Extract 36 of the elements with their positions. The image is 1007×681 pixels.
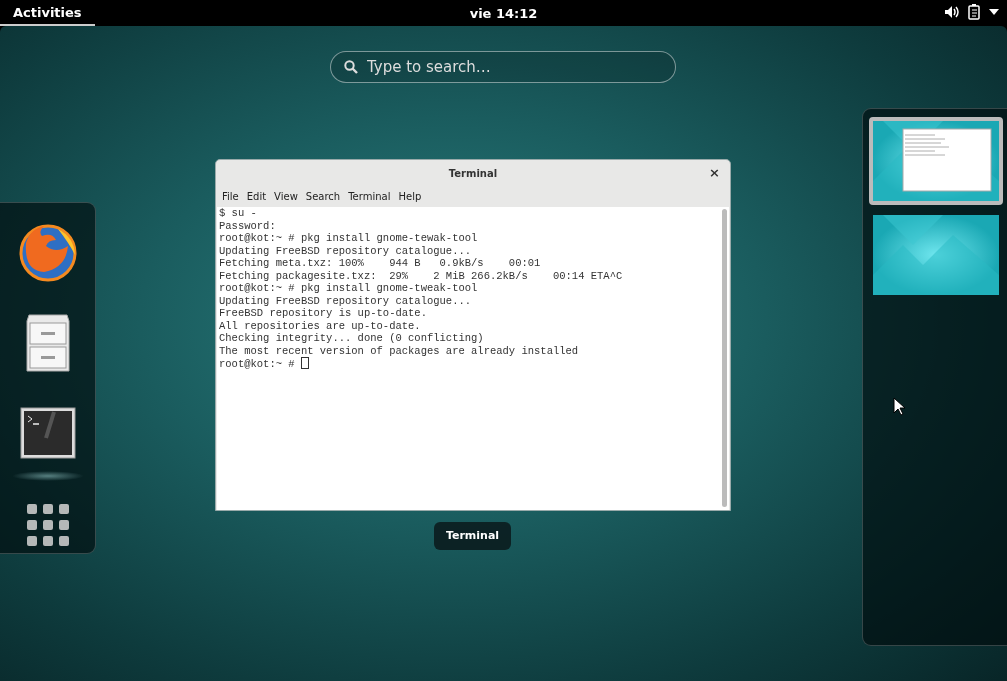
app-grid-icon[interactable] bbox=[26, 504, 69, 546]
terminal-line: Fetching packagesite.txz: 29% 2 MiB 266.2kB/s 00:14 ETA^C bbox=[219, 269, 623, 282]
battery-icon[interactable] bbox=[968, 4, 981, 20]
volume-icon[interactable] bbox=[944, 5, 960, 19]
menu-item[interactable]: View bbox=[274, 189, 298, 204]
file-cabinet-icon[interactable] bbox=[24, 313, 71, 373]
search-field[interactable]: Type to search… bbox=[330, 51, 676, 83]
close-button[interactable]: × bbox=[709, 163, 720, 183]
terminal-line: root@kot:~ # pkg install gnome-tweak-tool bbox=[219, 282, 478, 294]
activities-button[interactable]: Activities bbox=[0, 0, 95, 26]
menu-item[interactable]: Edit bbox=[246, 189, 267, 204]
menu-item[interactable]: Terminal bbox=[348, 189, 391, 204]
dropdown-arrow-icon[interactable] bbox=[989, 9, 999, 15]
search-icon bbox=[344, 60, 358, 74]
window-caption: Terminal bbox=[434, 522, 511, 550]
menu-item[interactable]: Help bbox=[398, 189, 422, 204]
terminal-line: Updating FreeBSD repository catalogue... bbox=[219, 294, 472, 307]
terminal-line: Updating FreeBSD repository catalogue... bbox=[219, 244, 472, 257]
terminal-line: All repositories are up-to-date. bbox=[219, 319, 421, 332]
window-title: Terminal bbox=[448, 166, 498, 181]
terminal-line: Fetching meta.txz: 100% 944 B 0.9kB/s 00:01 bbox=[219, 257, 541, 269]
terminal-line: root@kot:~ # bbox=[219, 358, 296, 370]
clock[interactable]: vie 14:12 bbox=[469, 6, 538, 21]
terminal-line: $ su - bbox=[219, 207, 257, 219]
terminal-line: FreeBSD repository is up-to-date. bbox=[219, 307, 427, 319]
mouse-pointer-icon bbox=[893, 397, 905, 416]
workspace-thumbnail[interactable] bbox=[869, 117, 1003, 205]
globe-fox-icon[interactable] bbox=[17, 223, 78, 283]
terminal-line: root@kot:~ # pkg install gnome-tewak-tool bbox=[219, 232, 478, 244]
terminal-line: Checking integrity... done (0 conflicting) bbox=[219, 332, 484, 344]
terminal-line: Password: bbox=[219, 219, 276, 232]
menu-item[interactable]: Search bbox=[305, 189, 341, 204]
menu-item[interactable]: File bbox=[222, 189, 239, 204]
scrollbar[interactable] bbox=[722, 209, 727, 507]
terminal-icon[interactable] bbox=[19, 407, 76, 459]
terminal-line: The most recent version of packages are already installed bbox=[219, 344, 579, 357]
